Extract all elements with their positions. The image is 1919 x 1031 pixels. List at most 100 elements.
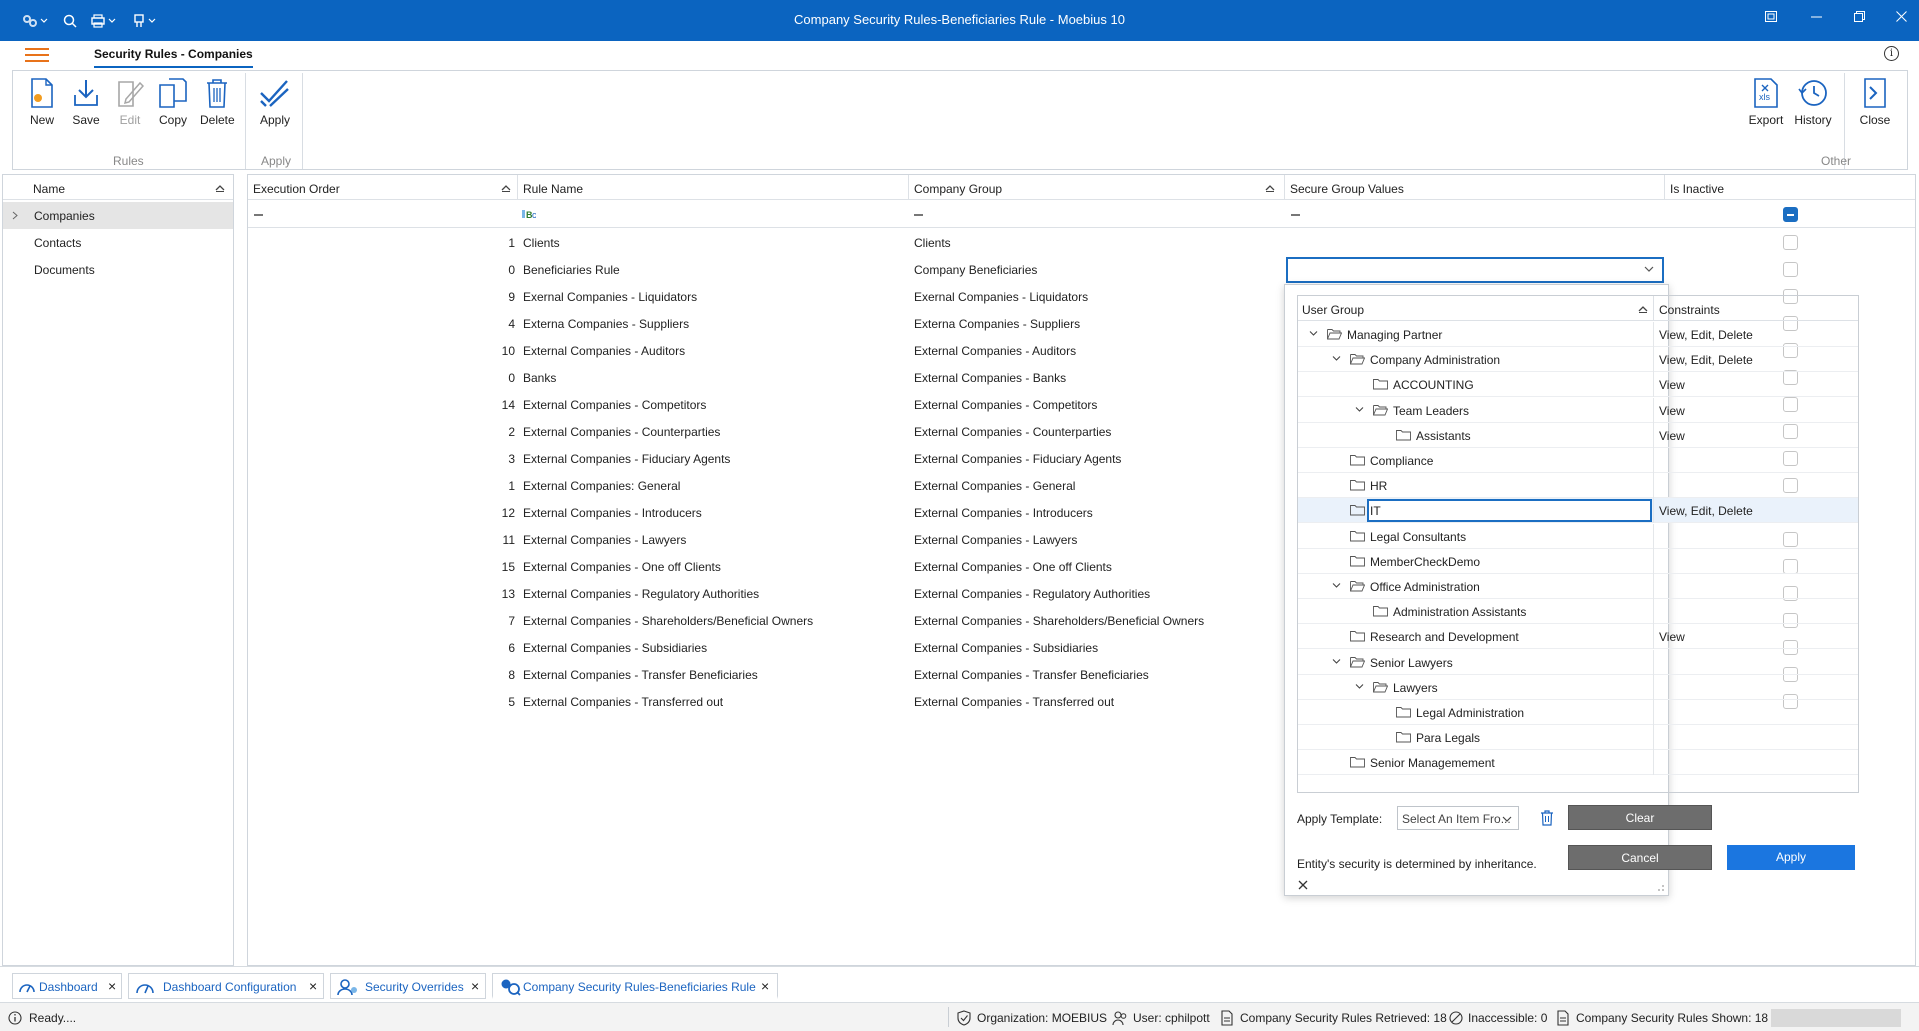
tree-item[interactable]: IT View, Edit, Delete — [1298, 498, 1858, 524]
chevron-down-icon[interactable] — [1644, 265, 1654, 273]
close-button[interactable]: Close — [1855, 77, 1895, 127]
tab-company-security-rules-beneficiaries-rule[interactable]: Company Security Rules-Beneficiaries Rul… — [492, 973, 778, 999]
menu-button[interactable] — [25, 48, 49, 62]
chevron-right-icon[interactable] — [12, 211, 19, 220]
template-select[interactable]: Select An Item Fro... — [1397, 806, 1519, 830]
edit-button[interactable]: Edit — [113, 77, 147, 127]
clear-button[interactable]: Clear — [1568, 805, 1712, 830]
chevron-down-icon[interactable] — [1332, 658, 1341, 665]
close-popup-icon[interactable] — [1298, 880, 1308, 890]
chevron-down-icon[interactable] — [1355, 406, 1364, 413]
tree-item[interactable]: MemberCheckDemo — [1298, 548, 1858, 574]
tree-item[interactable]: Company Administration View, Edit, Delete — [1298, 347, 1858, 373]
tab-security-overrides[interactable]: Security Overrides × — [330, 973, 486, 999]
is-inactive-checkbox[interactable] — [1783, 235, 1798, 250]
sort-icon[interactable] — [1638, 305, 1648, 313]
tree-item[interactable]: Compliance — [1298, 448, 1858, 473]
close-tab-icon[interactable]: × — [309, 978, 317, 994]
tree-item[interactable]: Legal Administration — [1298, 700, 1858, 725]
is-inactive-column-header[interactable]: Is Inactive — [1665, 175, 1915, 200]
list-item-contacts[interactable]: Contacts — [3, 229, 233, 256]
secure-group-values-combo[interactable] — [1286, 257, 1664, 283]
apply-ribbon-button[interactable]: Apply — [255, 77, 295, 127]
resize-grip-icon[interactable] — [1657, 884, 1665, 892]
export-button[interactable]: xls Export — [1746, 77, 1786, 127]
save-button[interactable]: Save — [69, 77, 103, 127]
tree-item-label: Research and Development — [1370, 630, 1519, 645]
copy-button[interactable]: Copy — [156, 77, 190, 127]
rule-name-cell: External Companies - Lawyers — [523, 533, 687, 547]
tree-item[interactable]: Research and Development View — [1298, 624, 1858, 650]
delete-button[interactable]: Delete — [200, 77, 235, 127]
constraints-column-header[interactable]: Constraints — [1654, 296, 1858, 321]
tree-item[interactable]: Office Administration — [1298, 574, 1858, 599]
window-close-button[interactable] — [1890, 10, 1912, 30]
sort-icon[interactable] — [1265, 184, 1275, 192]
company-group-cell: External Companies - Counterparties — [914, 425, 1112, 439]
tree-item[interactable]: Legal Consultants — [1298, 523, 1858, 549]
list-item-documents[interactable]: Documents — [3, 256, 233, 283]
tree-item[interactable]: ACCOUNTING View — [1298, 372, 1858, 398]
filter-operator-icon[interactable] — [1291, 214, 1300, 216]
company-group-column-header[interactable]: Company Group — [909, 175, 1285, 200]
ribbon: New Save Edit Copy Delete Rules Apply Ap… — [12, 70, 1908, 170]
tab-dashboard-configuration[interactable]: Dashboard Configuration × — [128, 973, 324, 999]
apply-button[interactable]: Apply — [1727, 845, 1855, 870]
is-inactive-checkbox[interactable] — [1783, 262, 1798, 277]
execution-order-cell: 13 — [501, 587, 515, 601]
tree-item[interactable]: Team Leaders View — [1298, 397, 1858, 423]
cancel-button[interactable]: Cancel — [1568, 845, 1712, 870]
table-row[interactable]: 0 Beneficiaries Rule Company Beneficiaries — [248, 256, 1915, 283]
chevron-down-icon[interactable] — [1309, 330, 1318, 337]
tree-item[interactable]: Senior Managemement — [1298, 750, 1858, 776]
tree-item[interactable]: Para Legals — [1298, 725, 1858, 751]
clear-template-trash-icon[interactable] — [1540, 809, 1554, 826]
folder-icon — [1350, 353, 1366, 365]
is-inactive-filter-checkbox[interactable] — [1783, 207, 1798, 222]
tree-item[interactable]: Managing Partner View, Edit, Delete — [1298, 322, 1858, 347]
close-icon — [1895, 11, 1907, 22]
user-group-column-header[interactable]: User Group — [1298, 296, 1654, 321]
rule-name-cell: External Companies - Transfer Beneficiar… — [523, 668, 758, 682]
contains-filter-icon[interactable]: Bc — [522, 209, 536, 219]
tree-item[interactable]: Lawyers — [1298, 674, 1858, 700]
close-tab-icon[interactable]: × — [471, 978, 479, 994]
ribbon-tab-row — [0, 41, 1919, 70]
sort-icon[interactable] — [501, 184, 511, 192]
tree-item[interactable]: Administration Assistants — [1298, 599, 1858, 625]
rule-name-cell: External Companies - Introducers — [523, 506, 702, 520]
tree-item[interactable]: Assistants View — [1298, 422, 1858, 448]
execution-order-column-header[interactable]: Execution Order — [248, 175, 518, 200]
restore-button[interactable] — [1848, 10, 1870, 30]
close-tab-icon[interactable]: × — [761, 978, 769, 994]
rule-name-cell: External Companies - Counterparties — [523, 425, 721, 439]
template-select-placeholder: Select An Item Fro... — [1402, 812, 1511, 826]
list-item-companies[interactable]: Companies — [3, 202, 233, 229]
secure-group-values-column-header[interactable]: Secure Group Values — [1285, 175, 1665, 200]
tree-item[interactable]: HR — [1298, 473, 1858, 499]
layout-button[interactable] — [1760, 10, 1782, 30]
close-tab-icon[interactable]: × — [108, 978, 116, 994]
minimize-button[interactable] — [1805, 10, 1827, 30]
tree-item[interactable]: Senior Lawyers — [1298, 649, 1858, 675]
filter-operator-icon[interactable] — [914, 214, 923, 216]
chevron-down-icon[interactable] — [1332, 582, 1341, 589]
new-button[interactable]: New — [25, 77, 59, 127]
sort-icon[interactable] — [215, 184, 225, 192]
history-button[interactable]: History — [1791, 77, 1835, 127]
execution-order-cell: 5 — [508, 695, 515, 709]
chevron-down-icon[interactable] — [1332, 355, 1341, 362]
chevron-down-icon[interactable] — [1355, 683, 1364, 690]
entity-list-panel: Name Companies Contacts Documents — [2, 174, 234, 966]
document-icon — [1221, 1010, 1233, 1026]
status-ready: Ready.... — [29, 1011, 77, 1025]
status-inaccessible: Inaccessible: 0 — [1468, 1011, 1548, 1025]
edit-button-label: Edit — [119, 113, 141, 127]
rule-name-column-header[interactable]: Rule Name — [518, 175, 909, 200]
filter-operator-icon[interactable] — [254, 214, 263, 216]
tab-security-rules-companies[interactable]: Security Rules - Companies — [94, 47, 253, 68]
tab-dashboard[interactable]: Dashboard × — [12, 973, 122, 999]
name-column-header[interactable]: Name — [3, 175, 233, 200]
info-icon[interactable]: i — [1884, 46, 1899, 61]
table-row[interactable]: 1 Clients Clients — [248, 229, 1915, 256]
